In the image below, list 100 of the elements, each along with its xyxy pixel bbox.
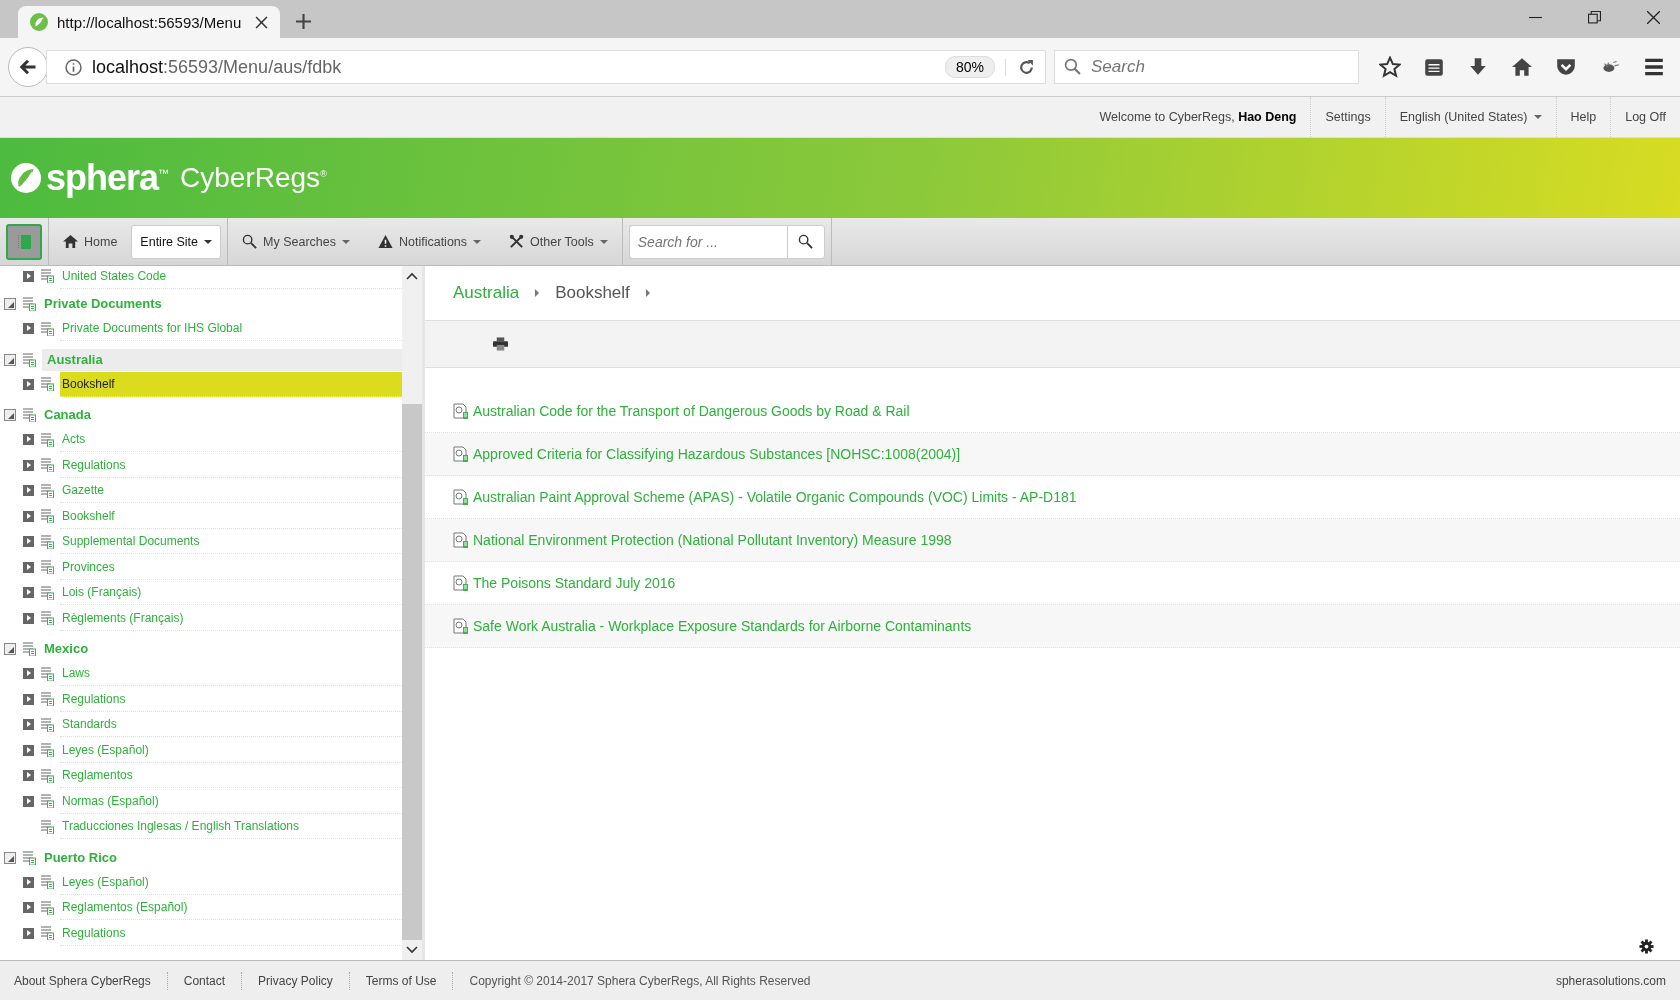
footer-link[interactable]: Terms of Use	[365, 973, 437, 988]
back-button[interactable]	[8, 47, 48, 87]
expand-icon[interactable]	[23, 612, 34, 624]
folder-list-icon	[22, 408, 36, 422]
reload-icon[interactable]	[1005, 58, 1035, 76]
expand-icon[interactable]	[23, 434, 34, 446]
expand-icon[interactable]	[23, 587, 34, 599]
collapse-icon[interactable]	[4, 851, 16, 864]
tree-group[interactable]: Australia	[42, 348, 402, 371]
pocket-icon[interactable]	[1555, 56, 1577, 78]
collapse-icon[interactable]	[4, 353, 16, 366]
toolbar-button[interactable]: Notifications	[363, 217, 496, 266]
reading-list-icon[interactable]	[1423, 56, 1445, 78]
info-icon[interactable]	[65, 58, 82, 76]
star-icon[interactable]	[1379, 56, 1401, 78]
sidebar-toggle-button[interactable]	[6, 223, 42, 260]
expand-icon[interactable]	[23, 902, 34, 914]
tree-group[interactable]: Mexico	[42, 638, 402, 660]
search-button[interactable]	[786, 224, 825, 259]
expand-icon[interactable]	[23, 719, 34, 731]
collapse-icon[interactable]	[4, 643, 16, 655]
expand-icon[interactable]	[23, 510, 34, 522]
document-link[interactable]: Approved Criteria for Classifying Hazardous Substances [NOHSC:1008(2004)]	[473, 446, 961, 462]
expand-icon[interactable]	[23, 323, 34, 335]
search-field[interactable]: Search for ...	[628, 224, 787, 259]
folder-list-icon	[22, 297, 36, 311]
panel-icon	[17, 233, 31, 250]
address-bar[interactable]: localhost:56593/Menu/aus/fdbk 80%	[46, 50, 1046, 84]
breadcrumb-item[interactable]: Australia	[453, 283, 520, 303]
expand-icon[interactable]	[23, 770, 34, 782]
expand-icon[interactable]	[23, 561, 34, 573]
tree-group[interactable]: Canada	[42, 404, 402, 426]
footer-link[interactable]: Contact	[183, 973, 226, 988]
folder-list-icon	[40, 269, 54, 283]
scroll-thumb[interactable]	[402, 403, 422, 940]
close-icon[interactable]	[255, 15, 268, 29]
search-icon	[1064, 58, 1081, 75]
folder-list-icon	[40, 717, 54, 732]
folder-list-icon	[40, 794, 54, 809]
expand-icon[interactable]	[23, 795, 34, 807]
expand-icon[interactable]	[23, 459, 34, 471]
document-link[interactable]: Australian Code for the Transport of Dangerous Goods by Road & Rail	[473, 403, 910, 419]
folder-list-icon	[40, 432, 54, 447]
document-link[interactable]: The Poisons Standard July 2016	[473, 575, 676, 591]
search-field[interactable]: Search	[1054, 50, 1359, 84]
tree-item[interactable]: Bookshelf	[60, 371, 402, 397]
footer-link[interactable]: spherasolutions.com	[1555, 973, 1666, 988]
folder-list-icon	[40, 509, 54, 524]
breadcrumb-item[interactable]: Bookshelf	[555, 283, 630, 303]
tree-group[interactable]: Puerto Rico	[42, 846, 402, 869]
footer-link[interactable]: About Sphera CyberRegs	[14, 973, 151, 988]
top-link[interactable]: English (United States)	[1384, 97, 1556, 137]
print-icon[interactable]	[493, 337, 508, 351]
scroll-up-icon[interactable]	[406, 272, 418, 280]
collapse-icon[interactable]	[4, 298, 16, 310]
top-link[interactable]: Settings	[1310, 97, 1385, 137]
expand-icon[interactable]	[23, 668, 34, 680]
scrollbar[interactable]	[402, 266, 422, 960]
home-icon[interactable]	[1511, 56, 1533, 78]
expand-icon[interactable]	[23, 744, 34, 756]
footer-link[interactable]: Privacy Policy	[258, 973, 333, 988]
document-link[interactable]: Australian Paint Approval Scheme (APAS) - Volatile Organic Compounds (VOC) Limits - AP-D181	[473, 489, 1077, 505]
top-link[interactable]: Log Off	[1610, 97, 1680, 137]
expand-icon[interactable]	[23, 876, 34, 888]
document-link[interactable]: Safe Work Australia - Workplace Exposure Standards for Airborne Contaminants	[473, 618, 972, 634]
document-icon	[453, 532, 469, 548]
copyright-text: Copyright © 2014-2017 Sphera CyberRegs, All Rights Reserved	[469, 973, 811, 988]
document-link[interactable]: National Environment Protection (National Pollutant Inventory) Measure 1998	[473, 532, 952, 548]
menu-icon[interactable]	[1643, 56, 1665, 78]
browser-tab[interactable]: http://localhost:56593/Menu	[18, 6, 280, 38]
scope-dropdown[interactable]: Entire Site	[131, 224, 221, 259]
toolbar-button[interactable]: Other Tools	[495, 217, 622, 266]
settings-icon[interactable]	[1639, 939, 1654, 954]
close-icon[interactable]	[1647, 11, 1660, 24]
expand-icon[interactable]	[23, 270, 34, 282]
folder-list-icon	[22, 850, 36, 865]
folder-list-icon	[40, 458, 54, 473]
folder-list-icon	[40, 875, 54, 890]
zoom-badge[interactable]: 80%	[944, 56, 995, 78]
new-tab-icon[interactable]	[296, 14, 311, 29]
collapse-icon[interactable]	[4, 409, 16, 421]
tree-group[interactable]: Private Documents	[42, 293, 402, 315]
expand-icon[interactable]	[23, 378, 34, 390]
restore-icon[interactable]	[1588, 11, 1601, 24]
caret-icon	[535, 289, 540, 297]
expand-icon[interactable]	[23, 485, 34, 497]
scroll-down-icon[interactable]	[406, 946, 418, 954]
warning-icon	[377, 234, 393, 249]
folder-list-icon	[22, 352, 36, 367]
expand-icon[interactable]	[23, 927, 34, 939]
toolbar-button[interactable]: My Searches	[228, 217, 364, 266]
folder-list-icon	[40, 611, 54, 626]
url-host: localhost	[92, 56, 164, 77]
expand-icon[interactable]	[23, 693, 34, 705]
top-link[interactable]: Help	[1555, 97, 1611, 137]
toolbar-button[interactable]: Home	[49, 217, 132, 266]
folder-list-icon	[40, 743, 54, 758]
document-icon	[453, 403, 469, 419]
expand-icon[interactable]	[23, 536, 34, 548]
url-path: :56593/Menu/aus/fdbk	[163, 56, 342, 77]
